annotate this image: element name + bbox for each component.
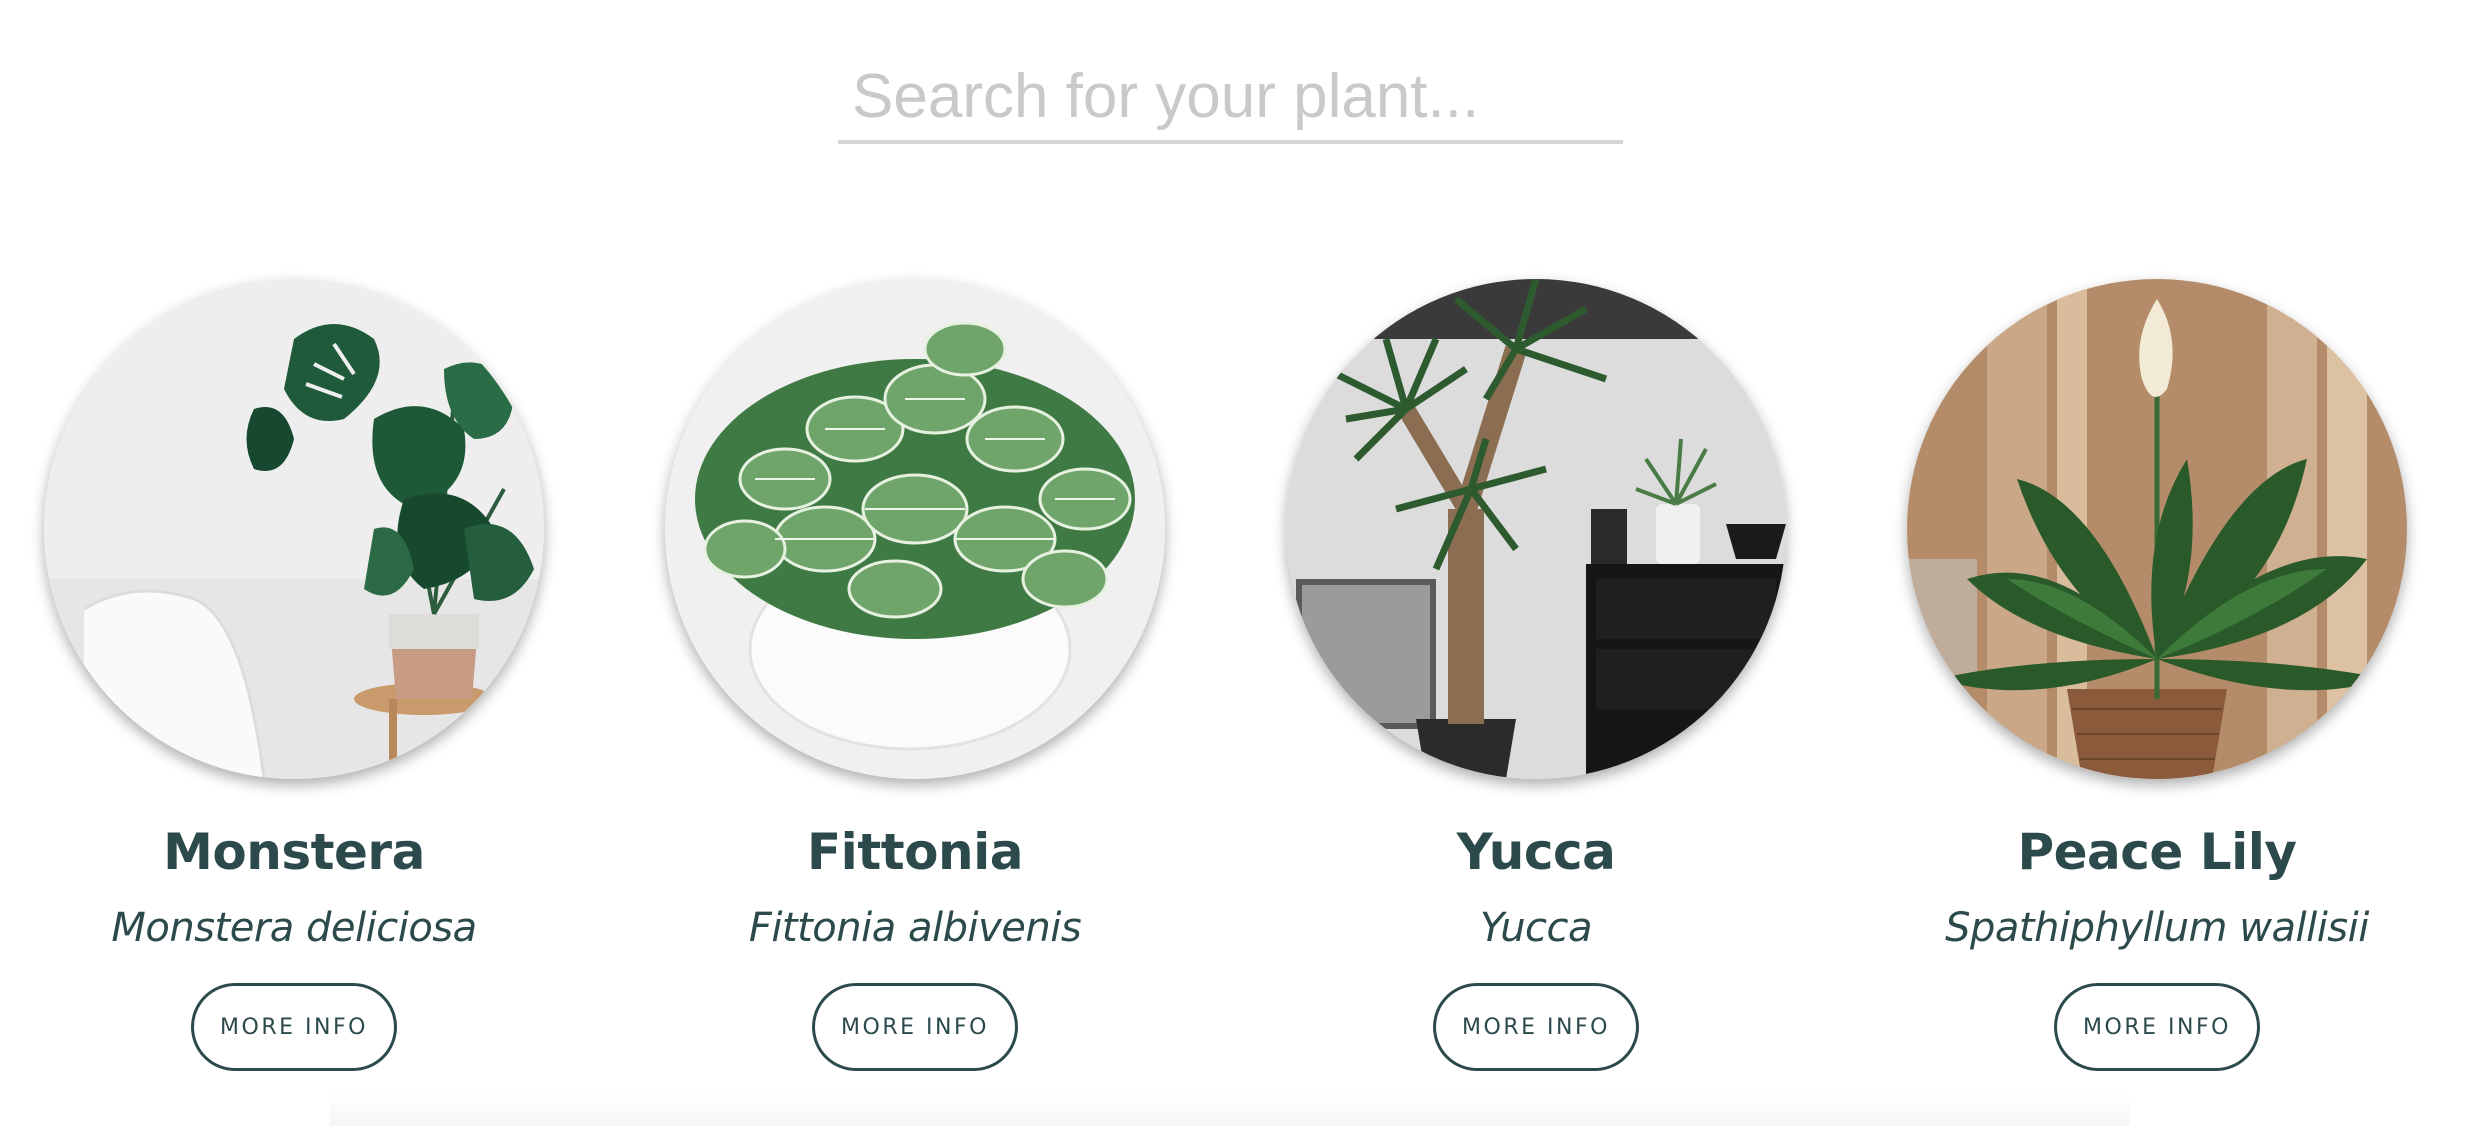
more-info-button[interactable]: MORE INFO	[191, 983, 397, 1071]
plant-name: Peace Lily	[2017, 823, 2297, 881]
search-input[interactable]	[838, 52, 1623, 140]
plant-scientific-name: Monstera deliciosa	[111, 905, 477, 951]
peace-lily-photo	[1907, 279, 2407, 779]
plant-card-fittonia: Fittonia Fittonia albivenis MORE INFO	[635, 275, 1195, 1075]
search-bar	[838, 52, 1623, 144]
plant-scientific-name: Fittonia albivenis	[748, 905, 1082, 951]
plant-name: Yucca	[1456, 823, 1616, 881]
yucca-photo	[1286, 279, 1786, 779]
plant-card-monstera: Monstera Monstera deliciosa MORE INFO	[14, 275, 574, 1075]
fittonia-photo	[665, 279, 1165, 779]
more-info-button[interactable]: MORE INFO	[2054, 983, 2260, 1071]
bottom-shadow-divider	[330, 1092, 2130, 1126]
plant-scientific-name: Spathiphyllum wallisii	[1945, 905, 2369, 951]
plant-card-peace-lily: Peace Lily Spathiphyllum wallisii MORE I…	[1877, 275, 2437, 1075]
more-info-button[interactable]: MORE INFO	[812, 983, 1018, 1071]
plant-scientific-name: Yucca	[1479, 905, 1593, 951]
plant-card-grid: Monstera Monstera deliciosa MORE INFO Fi…	[0, 275, 2474, 1075]
plant-name: Fittonia	[807, 823, 1023, 881]
plant-name: Monstera	[163, 823, 425, 881]
plant-card-yucca: Yucca Yucca MORE INFO	[1256, 275, 1816, 1075]
plant-catalog-page: Monstera Monstera deliciosa MORE INFO	[0, 0, 2474, 1126]
monstera-photo	[44, 279, 544, 779]
more-info-button[interactable]: MORE INFO	[1433, 983, 1639, 1071]
